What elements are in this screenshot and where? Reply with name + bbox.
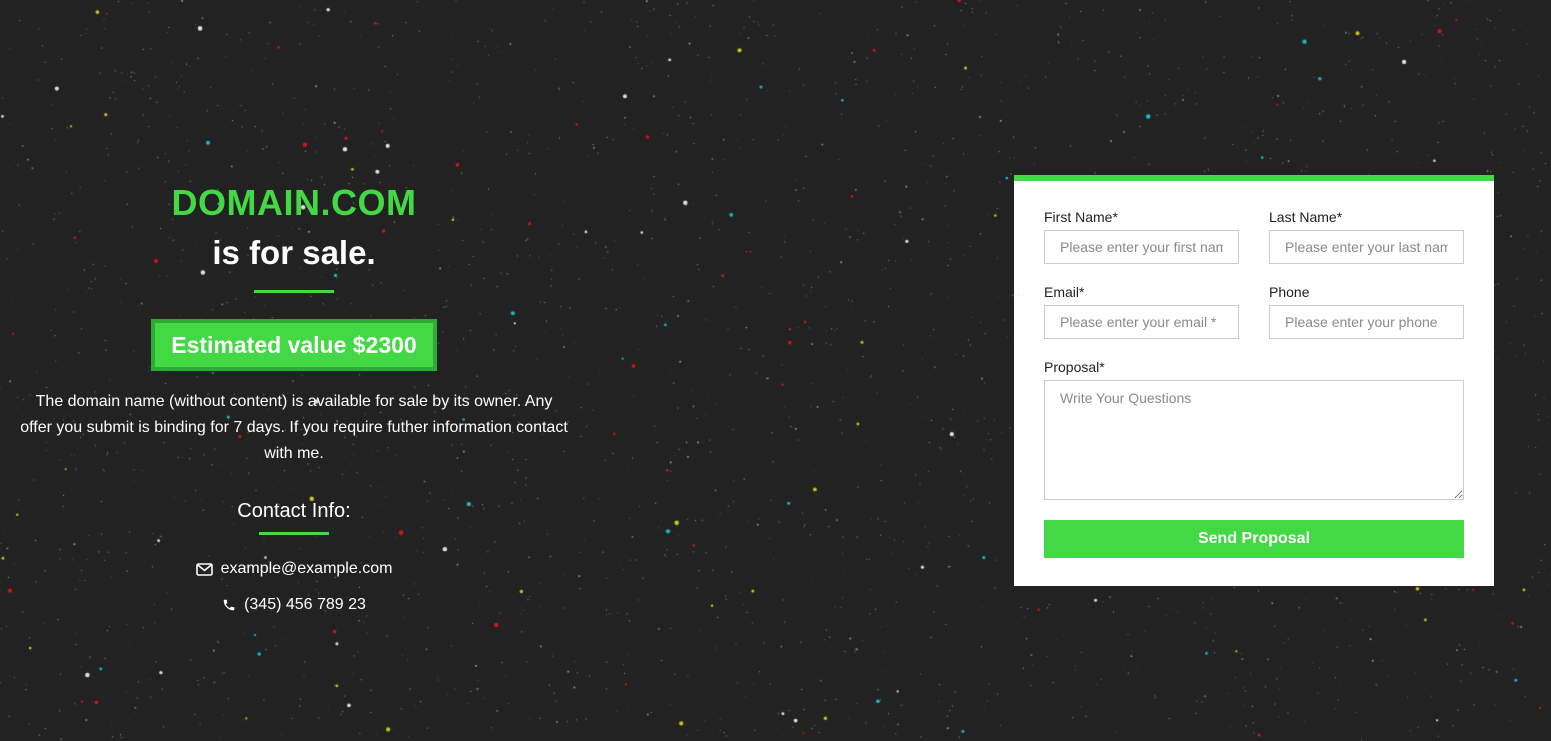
first-name-field: First Name* <box>1044 209 1239 264</box>
email-field: Email* <box>1044 284 1239 339</box>
last-name-field: Last Name* <box>1269 209 1464 264</box>
last-name-label: Last Name* <box>1269 209 1343 225</box>
proposal-field: Proposal* <box>1044 359 1464 500</box>
contact-info-title: Contact Info: <box>237 500 351 522</box>
envelope-icon <box>195 562 213 576</box>
first-name-label: First Name* <box>1044 209 1118 225</box>
contact-row: Email* Phone <box>1044 284 1464 339</box>
proposal-label: Proposal* <box>1044 359 1105 375</box>
contact-divider <box>259 532 329 535</box>
proposal-form: First Name* Last Name* Email* Phone Prop… <box>1014 175 1494 586</box>
sale-description: The domain name (without content) is ava… <box>20 393 568 462</box>
proposal-textarea[interactable] <box>1044 380 1464 500</box>
domain-name: DOMAIN.COM <box>171 182 417 223</box>
contact-email: example@example.com <box>20 559 568 579</box>
phone-label: Phone <box>1269 284 1310 300</box>
for-sale-heading: is for sale. <box>212 234 376 271</box>
heading-divider <box>254 290 334 293</box>
send-proposal-button[interactable]: Send Proposal <box>1044 520 1464 558</box>
contact-phone: (345) 456 789 23 <box>20 595 568 615</box>
phone-field: Phone <box>1269 284 1464 339</box>
contact-email-text: example@example.com <box>220 560 393 577</box>
estimated-value-badge: Estimated value $2300 <box>151 319 437 371</box>
proposal-row: Proposal* <box>1044 359 1464 500</box>
email-label: Email* <box>1044 284 1085 300</box>
email-input[interactable] <box>1044 305 1239 339</box>
phone-input[interactable] <box>1269 305 1464 339</box>
sale-info-panel: DOMAIN.COM is for sale. Estimated value … <box>20 180 568 615</box>
first-name-input[interactable] <box>1044 230 1239 264</box>
last-name-input[interactable] <box>1269 230 1464 264</box>
name-row: First Name* Last Name* <box>1044 209 1464 264</box>
contact-phone-text: (345) 456 789 23 <box>244 596 366 613</box>
phone-icon <box>222 598 236 612</box>
